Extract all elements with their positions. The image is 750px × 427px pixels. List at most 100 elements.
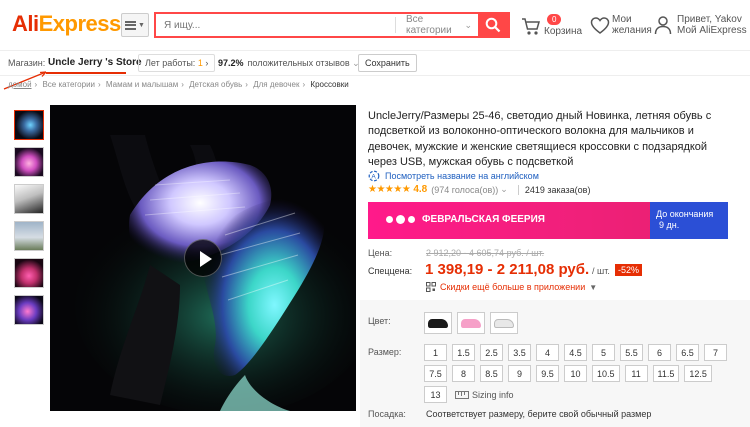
size-option[interactable]: 7.5: [424, 365, 447, 382]
chevron-down-icon: ▼: [589, 282, 598, 292]
svg-text:A: A: [371, 173, 376, 180]
special-price-label: Спеццена:: [368, 266, 413, 276]
breadcrumb: домой › Все категории › Мамам и малышам › Д…: [8, 80, 349, 89]
wishlist-link[interactable]: Мои желания: [590, 13, 652, 41]
thumbnail[interactable]: [14, 110, 44, 140]
sizing-info-link[interactable]: Sizing info: [455, 386, 514, 403]
size-option[interactable]: 3.5: [508, 344, 531, 361]
size-option[interactable]: 11: [624, 365, 648, 382]
translate-icon: A: [368, 170, 380, 182]
size-option[interactable]: 13: [424, 386, 447, 403]
promo-logo-icon: [386, 215, 415, 224]
size-option[interactable]: 4.5: [564, 344, 587, 361]
size-option[interactable]: 5.5: [620, 344, 643, 361]
size-option[interactable]: 8.5: [480, 365, 503, 382]
main-product-image[interactable]: [50, 105, 356, 411]
cart-count-badge: 0: [547, 14, 562, 25]
thumbnail[interactable]: [14, 295, 44, 325]
thumbnail[interactable]: [14, 147, 44, 177]
chevron-down-icon: ⌄: [464, 19, 472, 30]
play-video-button[interactable]: [184, 239, 222, 277]
store-feedback[interactable]: 97.2% положительных отзывов ⌄: [218, 58, 360, 69]
old-price: 2 912,20 - 4 605,74 руб. / шт.: [426, 248, 545, 258]
search-bar: Все категории ⌄: [154, 12, 510, 38]
size-label: Размер:: [368, 347, 402, 357]
heart-icon: [590, 17, 610, 34]
chevron-down-icon: ⌄: [500, 184, 508, 194]
special-price: 1 398,19 - 2 211,08 руб.: [425, 261, 590, 278]
translate-label: Посмотреть название на английском: [385, 171, 539, 181]
size-option[interactable]: 4: [536, 344, 559, 361]
thumbnail[interactable]: [14, 184, 44, 214]
color-option-black[interactable]: [424, 312, 452, 334]
old-price-label: Цена:: [368, 248, 393, 258]
app-discount-link[interactable]: Скидки ещё больше в приложении ▼: [426, 282, 597, 292]
category-select-label: Все категории: [406, 14, 452, 36]
size-option[interactable]: 8: [452, 365, 475, 382]
fit-text: Соответствует размеру, берите свой обычн…: [426, 409, 652, 419]
search-icon: [485, 17, 501, 33]
orders-count: 2419 заказа(ов): [517, 184, 590, 195]
user-icon: [654, 16, 672, 35]
cart-label: Корзина: [544, 26, 583, 37]
votes-link[interactable]: (974 голоса(ов)): [431, 185, 498, 195]
chevron-down-icon: ▼: [138, 21, 145, 29]
product-title: UncleJerry/Размеры 25-46, светодио дный …: [368, 110, 712, 168]
wishlist-label: Мои желания: [612, 14, 652, 36]
promo-countdown: До окончания 9 дн.: [650, 202, 728, 239]
size-options: 1 1.5 2.5 3.5 4 4.5 5 5.5 6 6.5 7 7.5 8 …: [424, 344, 750, 407]
price-unit: / шт.: [592, 266, 610, 276]
discount-badge: -52%: [615, 264, 643, 276]
categories-menu-button[interactable]: ▼: [121, 13, 149, 37]
search-button[interactable]: [478, 14, 508, 36]
promo-banner[interactable]: ФЕВРАЛЬСКАЯ ФЕЕРИЯ До окончания 9 дн.: [368, 202, 728, 239]
size-option[interactable]: 1.5: [452, 344, 475, 361]
category-select[interactable]: Все категории ⌄: [396, 14, 478, 36]
size-option[interactable]: 2.5: [480, 344, 503, 361]
thumbnail[interactable]: [14, 258, 44, 288]
breadcrumb-for-girls[interactable]: Для девочек: [253, 80, 299, 89]
breadcrumb-home[interactable]: домой: [8, 80, 32, 89]
size-option[interactable]: 10.5: [592, 365, 620, 382]
size-option[interactable]: 9.5: [536, 365, 559, 382]
size-option[interactable]: 6: [648, 344, 671, 361]
app-discount-label: Скидки ещё больше в приложении: [440, 282, 586, 292]
store-bar: Магазин: Uncle Jerry 's Store Лет работы…: [0, 50, 750, 76]
cart-icon: [522, 18, 540, 35]
product-options: Цвет: Размер: 1 1.5 2.5 3.5 4 4.5 5 5.5 …: [360, 300, 750, 427]
aliexpress-logo[interactable]: AliExpress: [12, 11, 121, 37]
image-thumbnails: [14, 110, 44, 332]
breadcrumb-kids-shoes[interactable]: Детская обувь: [189, 80, 242, 89]
cart-link[interactable]: 0 Корзина: [521, 12, 583, 40]
size-option[interactable]: 6.5: [676, 344, 699, 361]
search-input[interactable]: [156, 14, 395, 36]
breadcrumb-moms-babies[interactable]: Мамам и малышам: [106, 80, 178, 89]
rating-summary: ★★★★★ 4.8 (974 голоса(ов)) ⌄ 2419 заказа…: [368, 184, 590, 195]
fit-label: Посадка:: [368, 409, 406, 419]
rating-stars: ★★★★★: [368, 184, 411, 195]
color-label: Цвет:: [368, 316, 391, 326]
store-name-link[interactable]: Uncle Jerry 's Store: [48, 57, 142, 68]
color-options: [424, 312, 518, 334]
store-years-badge: Лет работы: 1 ›: [138, 54, 216, 72]
translate-title-link[interactable]: A Посмотреть название на английском: [368, 170, 539, 182]
menu-icon: [125, 20, 137, 30]
size-option[interactable]: 12.5: [684, 365, 712, 382]
size-option[interactable]: 9: [508, 365, 531, 382]
rating-value: 4.8: [413, 184, 428, 195]
save-store-button[interactable]: Сохранить: [358, 54, 417, 72]
qr-code-icon: [426, 282, 436, 292]
account-link[interactable]: Привет, Yakov Мой AliExpress: [654, 13, 750, 41]
ruler-icon: [455, 390, 469, 399]
sizing-info-label: Sizing info: [472, 389, 514, 400]
breadcrumb-current: Кроссовки: [310, 80, 349, 89]
breadcrumb-all-categories[interactable]: Все категории: [42, 80, 95, 89]
size-option[interactable]: 10: [564, 365, 587, 382]
size-option[interactable]: 7: [704, 344, 727, 361]
size-option[interactable]: 11.5: [652, 365, 680, 382]
color-option-pink[interactable]: [457, 312, 485, 334]
color-option-white[interactable]: [490, 312, 518, 334]
thumbnail[interactable]: [14, 221, 44, 251]
size-option[interactable]: 1: [424, 344, 447, 361]
size-option[interactable]: 5: [592, 344, 615, 361]
